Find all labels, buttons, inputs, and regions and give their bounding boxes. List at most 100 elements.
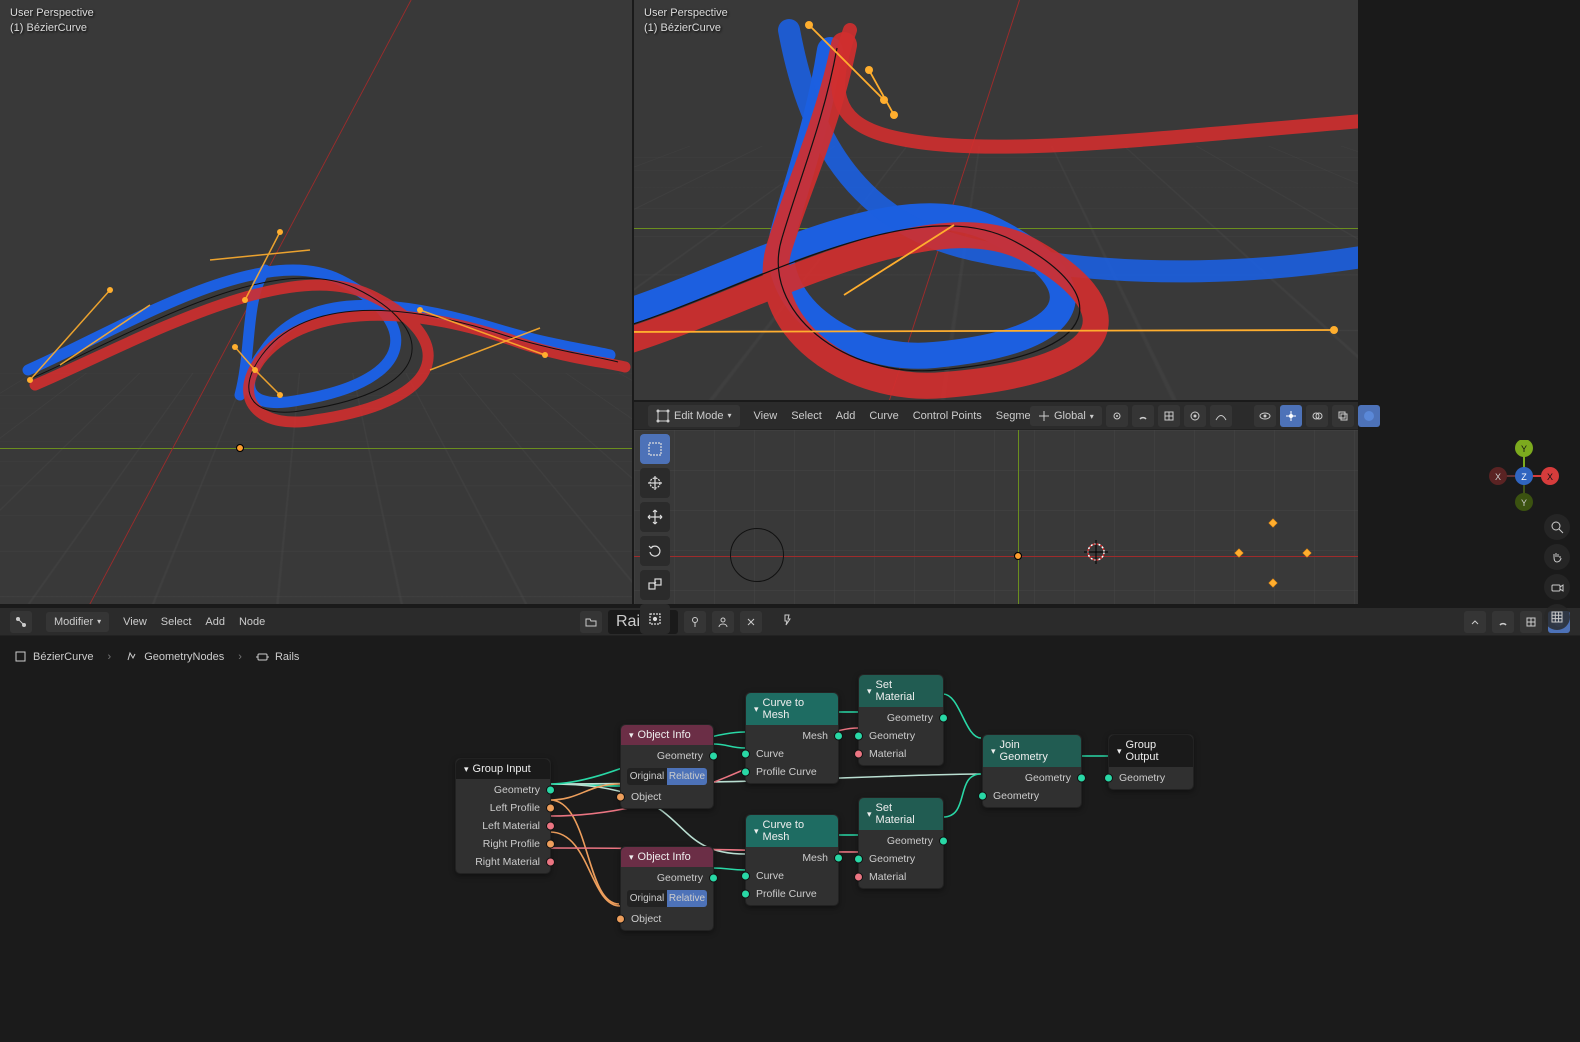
snap-type[interactable]: [1158, 405, 1180, 427]
socket-object[interactable]: [616, 915, 625, 924]
camera-icon[interactable]: [1544, 574, 1570, 600]
visibility-toggle[interactable]: [1254, 405, 1276, 427]
tool-transform[interactable]: [640, 604, 670, 634]
socket-geometry[interactable]: [709, 752, 718, 761]
node-group-input[interactable]: ▾Group Input Geometry Left Profile Left …: [455, 758, 551, 874]
socket-geometry[interactable]: [939, 837, 948, 846]
socket-geometry[interactable]: [709, 874, 718, 883]
socket-label: Right Profile: [483, 838, 540, 850]
nav-gizmo[interactable]: Y X X Y Z: [1488, 440, 1560, 512]
gizmo-toggle[interactable]: [1280, 405, 1302, 427]
snap-node-icon[interactable]: [1492, 611, 1514, 633]
socket-geometry[interactable]: [741, 750, 750, 759]
object-data-icon: [14, 650, 27, 663]
grid-icon[interactable]: [1544, 604, 1570, 630]
tool-move[interactable]: [640, 502, 670, 532]
socket-material[interactable]: [854, 873, 863, 882]
transform-space-toggle[interactable]: OriginalRelative: [627, 768, 707, 785]
svg-text:Y: Y: [1521, 498, 1527, 508]
browse-tree-icon[interactable]: [580, 611, 602, 633]
modifier-type[interactable]: Modifier ▾: [46, 612, 109, 632]
menu-control-points[interactable]: Control Points: [913, 410, 982, 422]
socket-geometry[interactable]: [741, 872, 750, 881]
menu-view[interactable]: View: [123, 616, 147, 628]
menu-add[interactable]: Add: [205, 616, 225, 628]
tool-rotate[interactable]: [640, 536, 670, 566]
socket-label: Geometry: [993, 790, 1039, 802]
chevron-down-icon: ▾: [629, 852, 634, 863]
socket-object[interactable]: [616, 793, 625, 802]
node-object-info-2[interactable]: ▾Object Info Geometry OriginalRelative O…: [620, 846, 714, 931]
node-join-geometry[interactable]: ▾Join Geometry Geometry Geometry: [982, 734, 1082, 808]
proportional-edit[interactable]: [1184, 405, 1206, 427]
edit-mode-icon: [656, 409, 670, 423]
pin-toggle[interactable]: [780, 613, 794, 632]
unlink-icon[interactable]: [740, 611, 762, 633]
socket-geometry[interactable]: [741, 890, 750, 899]
transform-orientation[interactable]: Global ▾: [1030, 406, 1102, 426]
viewport-bottom-right[interactable]: [634, 430, 1358, 604]
crumb-modifier[interactable]: GeometryNodes: [121, 648, 228, 665]
menu-add[interactable]: Add: [836, 410, 856, 422]
menu-view[interactable]: View: [754, 410, 778, 422]
socket-label: Curve: [756, 870, 784, 882]
transform-space-toggle[interactable]: OriginalRelative: [627, 890, 707, 907]
node-group-output[interactable]: ▾Group Output Geometry: [1108, 734, 1194, 790]
proportional-falloff[interactable]: [1210, 405, 1232, 427]
parent-node-icon[interactable]: [1464, 611, 1486, 633]
tool-scale[interactable]: [640, 570, 670, 600]
socket-geometry[interactable]: [854, 855, 863, 864]
toggle-original[interactable]: Original: [627, 768, 667, 785]
node-set-material-2[interactable]: ▾Set Material Geometry Geometry Material: [858, 797, 944, 889]
socket-object[interactable]: [546, 840, 555, 849]
node-curve-to-mesh-2[interactable]: ▾Curve to Mesh Mesh Curve Profile Curve: [745, 814, 839, 906]
socket-geometry[interactable]: [1104, 774, 1113, 783]
pan-icon[interactable]: [1544, 544, 1570, 570]
node-title: Join Geometry: [1000, 739, 1063, 763]
editor-type-icon[interactable]: [10, 611, 32, 633]
node-title: Curve to Mesh: [763, 819, 820, 843]
crumb-group[interactable]: Rails: [252, 648, 303, 665]
socket-geometry[interactable]: [546, 786, 555, 795]
pivot-point[interactable]: [1106, 405, 1128, 427]
mode-selector[interactable]: Edit Mode ▾: [648, 405, 740, 427]
socket-geometry[interactable]: [834, 854, 843, 863]
toggle-original[interactable]: Original: [627, 890, 667, 907]
socket-geometry[interactable]: [939, 714, 948, 723]
fake-user-icon[interactable]: [712, 611, 734, 633]
tool-cursor[interactable]: [640, 468, 670, 498]
socket-material[interactable]: [546, 822, 555, 831]
xray-toggle[interactable]: [1332, 405, 1354, 427]
socket-geometry[interactable]: [741, 768, 750, 777]
socket-geometry[interactable]: [854, 732, 863, 741]
node-canvas[interactable]: ▾Group Input Geometry Left Profile Left …: [0, 636, 1580, 1042]
overlays-toggle[interactable]: [1306, 405, 1328, 427]
zoom-icon[interactable]: [1544, 514, 1570, 540]
node-editor[interactable]: Modifier ▾ View Select Add Node Rails Bé…: [0, 608, 1580, 1042]
toggle-relative[interactable]: Relative: [667, 768, 707, 785]
chevron-down-icon: ▾: [464, 764, 469, 775]
socket-geometry[interactable]: [834, 732, 843, 741]
socket-object[interactable]: [546, 804, 555, 813]
snap-node-type[interactable]: [1520, 611, 1542, 633]
tool-select-box[interactable]: [640, 434, 670, 464]
menu-select[interactable]: Select: [791, 410, 822, 422]
menu-node[interactable]: Node: [239, 616, 265, 628]
shading-button[interactable]: [1358, 405, 1380, 427]
viewport-top-left[interactable]: User Perspective (1) BézierCurve: [0, 0, 632, 604]
node-title: Object Info: [638, 729, 691, 741]
socket-geometry[interactable]: [1077, 774, 1086, 783]
socket-material[interactable]: [854, 750, 863, 759]
socket-geometry[interactable]: [978, 792, 987, 801]
viewport-top-right[interactable]: User Perspective (1) BézierCurve: [634, 0, 1358, 400]
menu-curve[interactable]: Curve: [869, 410, 898, 422]
node-object-info-1[interactable]: ▾Object Info Geometry OriginalRelative O…: [620, 724, 714, 809]
snap-toggle[interactable]: [1132, 405, 1154, 427]
socket-material[interactable]: [546, 858, 555, 867]
menu-select[interactable]: Select: [161, 616, 192, 628]
node-curve-to-mesh-1[interactable]: ▾Curve to Mesh Mesh Curve Profile Curve: [745, 692, 839, 784]
pin-icon[interactable]: [684, 611, 706, 633]
crumb-object[interactable]: BézierCurve: [10, 648, 98, 665]
node-set-material-1[interactable]: ▾Set Material Geometry Geometry Material: [858, 674, 944, 766]
toggle-relative[interactable]: Relative: [667, 890, 707, 907]
